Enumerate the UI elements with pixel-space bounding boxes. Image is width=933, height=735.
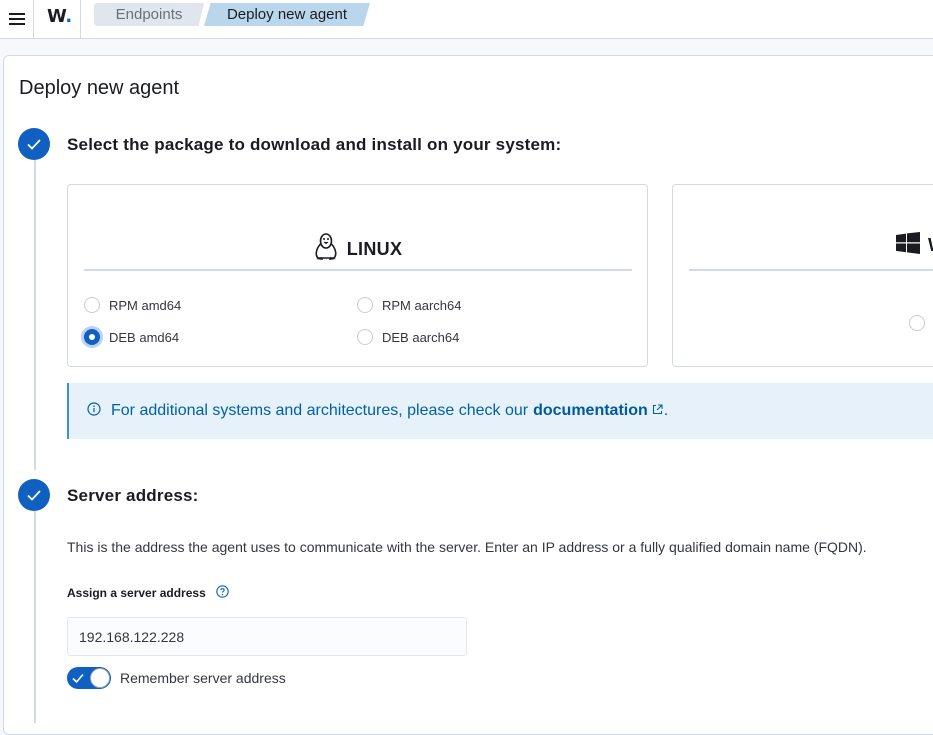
radio-button[interactable] xyxy=(909,315,925,331)
card-header: W xyxy=(896,232,933,259)
external-link-icon[interactable] xyxy=(652,402,663,420)
remember-server-toggle-row[interactable]: Remember server address xyxy=(67,667,286,689)
card-header: LINUX xyxy=(68,232,647,267)
windows-label: W xyxy=(928,235,933,256)
callout-text: For additional systems and architectures… xyxy=(111,402,529,419)
radio-label: RPM aarch64 xyxy=(382,297,462,313)
help-icon[interactable] xyxy=(216,585,229,601)
breadcrumb-endpoints[interactable]: Endpoints xyxy=(94,3,204,26)
step-complete-icon xyxy=(18,479,50,511)
info-icon xyxy=(87,401,101,421)
step-connector xyxy=(34,160,36,470)
step-description: This is the address the agent uses to co… xyxy=(67,539,867,555)
divider xyxy=(80,0,81,38)
remember-server-toggle[interactable] xyxy=(67,667,111,689)
hamburger-icon xyxy=(8,13,25,25)
menu-button[interactable] xyxy=(0,0,33,38)
step-complete-icon xyxy=(18,128,50,160)
breadcrumb-label: Deploy new agent xyxy=(226,6,348,23)
radio-rpm-amd64[interactable]: RPM amd64 xyxy=(84,297,181,313)
linux-package-card: LINUX RPM amd64 RPM aarch64 DEB amd64 DE… xyxy=(67,184,648,367)
page-title: Deploy new agent xyxy=(19,77,180,99)
divider xyxy=(33,0,34,38)
check-icon xyxy=(72,671,84,687)
app-logo[interactable]: W. xyxy=(47,6,72,27)
card-divider xyxy=(689,269,933,271)
top-bar: W. Endpoints Deploy new agent xyxy=(0,0,933,39)
breadcrumb-current: Deploy new agent xyxy=(204,3,370,26)
server-address-input[interactable]: 192.168.122.228 xyxy=(67,617,467,656)
radio-button[interactable] xyxy=(357,297,373,313)
windows-icon xyxy=(896,232,920,259)
radio-deb-aarch64[interactable]: DEB aarch64 xyxy=(357,329,459,345)
radio-label: RPM amd64 xyxy=(109,297,182,313)
breadcrumb-label: Endpoints xyxy=(115,6,183,23)
windows-package-card: W xyxy=(672,184,933,367)
radio-button[interactable] xyxy=(357,329,373,345)
documentation-link[interactable]: documentation xyxy=(533,402,648,420)
radio-button-selected[interactable] xyxy=(84,329,100,345)
radio-windows[interactable] xyxy=(909,315,925,331)
step-connector xyxy=(34,511,36,723)
card-divider xyxy=(84,269,632,271)
linux-label: LINUX xyxy=(346,239,403,259)
callout-suffix: . xyxy=(663,402,669,419)
toggle-knob xyxy=(90,668,110,688)
toggle-label: Remember server address xyxy=(120,670,286,686)
field-label-text: Assign a server address xyxy=(67,586,206,600)
server-address-label: Assign a server address xyxy=(67,585,229,601)
step-title: Select the package to download and insta… xyxy=(67,135,562,154)
radio-rpm-aarch64[interactable]: RPM aarch64 xyxy=(357,297,461,313)
radio-label: DEB aarch64 xyxy=(382,329,460,345)
radio-deb-amd64[interactable]: DEB amd64 xyxy=(84,329,179,345)
radio-button[interactable] xyxy=(84,297,100,313)
radio-label: DEB amd64 xyxy=(109,329,180,345)
info-callout: For additional systems and architectures… xyxy=(67,383,933,439)
linux-icon xyxy=(313,232,339,267)
step-title: Server address: xyxy=(67,486,199,505)
